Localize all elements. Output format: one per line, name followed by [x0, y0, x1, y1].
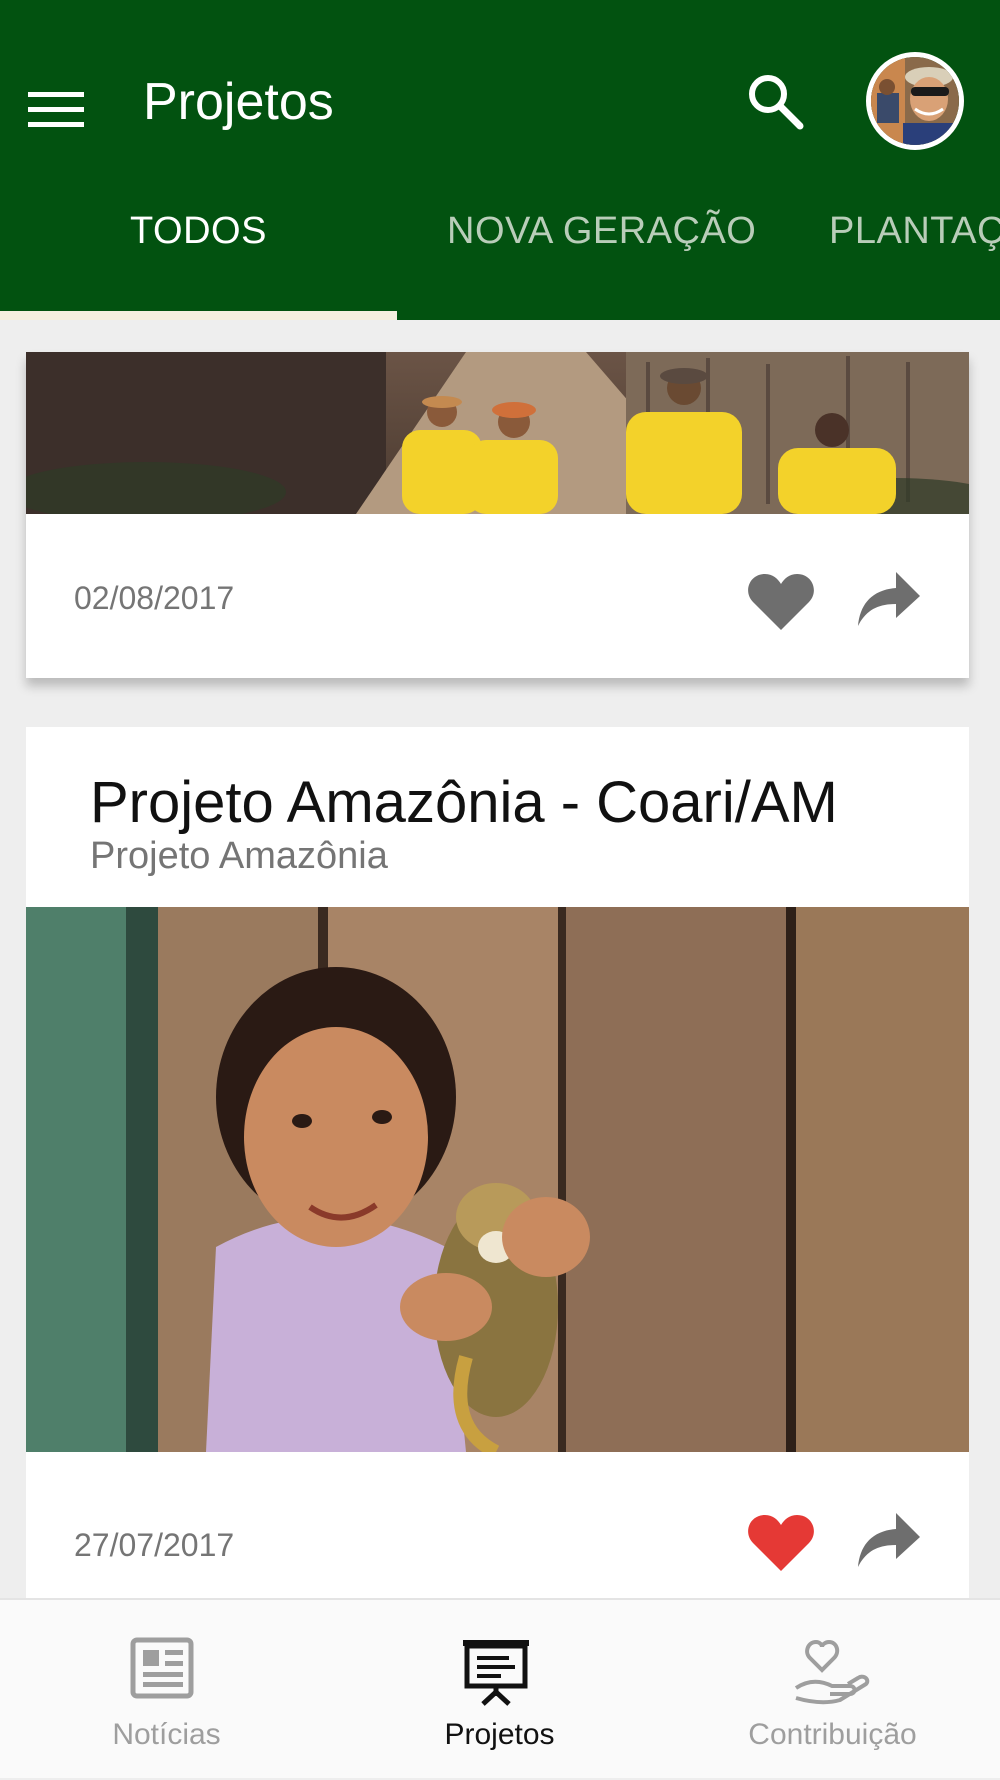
page-title: Projetos [143, 73, 334, 131]
tab-bar: TODOS NOVA GERAÇÃO PLANTAÇ [0, 200, 1000, 320]
nav-label: Contribuição [748, 1718, 917, 1751]
newspaper-icon [130, 1637, 194, 1699]
tab-plantacao[interactable]: PLANTAÇ [829, 210, 1000, 270]
bottom-navigation: Notícias Projetos Contribuição [0, 1598, 1000, 1778]
tab-indicator [0, 311, 397, 320]
nav-noticias[interactable]: Notícias [0, 1600, 333, 1780]
card-date: 27/07/2017 [74, 1527, 235, 1563]
girl-with-monkey-photo [26, 907, 969, 1452]
card-date: 02/08/2017 [74, 580, 235, 616]
user-avatar[interactable] [866, 52, 964, 150]
card-title: Projeto Amazônia - Coari/AM [90, 770, 838, 835]
heart-in-hand-icon [794, 1639, 870, 1705]
volunteers-walking-photo [26, 352, 969, 514]
app-bar: Projetos TODOS NOVA GERAÇÃO PLANTAÇ [0, 0, 1000, 320]
presentation-board-icon [463, 1640, 529, 1706]
nav-label: Projetos [444, 1718, 555, 1751]
hamburger-menu-icon[interactable] [28, 90, 84, 130]
nav-contribuicao[interactable]: Contribuição [666, 1600, 999, 1780]
heart-icon[interactable] [747, 570, 815, 632]
project-card[interactable]: Projeto Amazônia - Coari/AM Projeto Amaz… [26, 727, 969, 1627]
nav-projetos[interactable]: Projetos [333, 1600, 666, 1780]
card-subtitle: Projeto Amazônia [90, 835, 388, 877]
heart-icon[interactable] [747, 1511, 815, 1573]
avatar-photo [871, 57, 959, 145]
share-icon[interactable] [856, 568, 922, 630]
share-icon[interactable] [856, 1509, 922, 1571]
tab-nova-geracao[interactable]: NOVA GERAÇÃO [447, 210, 756, 270]
nav-label: Notícias [112, 1718, 221, 1751]
project-card[interactable]: 02/08/2017 [26, 352, 969, 678]
search-icon[interactable] [744, 70, 806, 132]
tab-todos[interactable]: TODOS [130, 210, 267, 270]
